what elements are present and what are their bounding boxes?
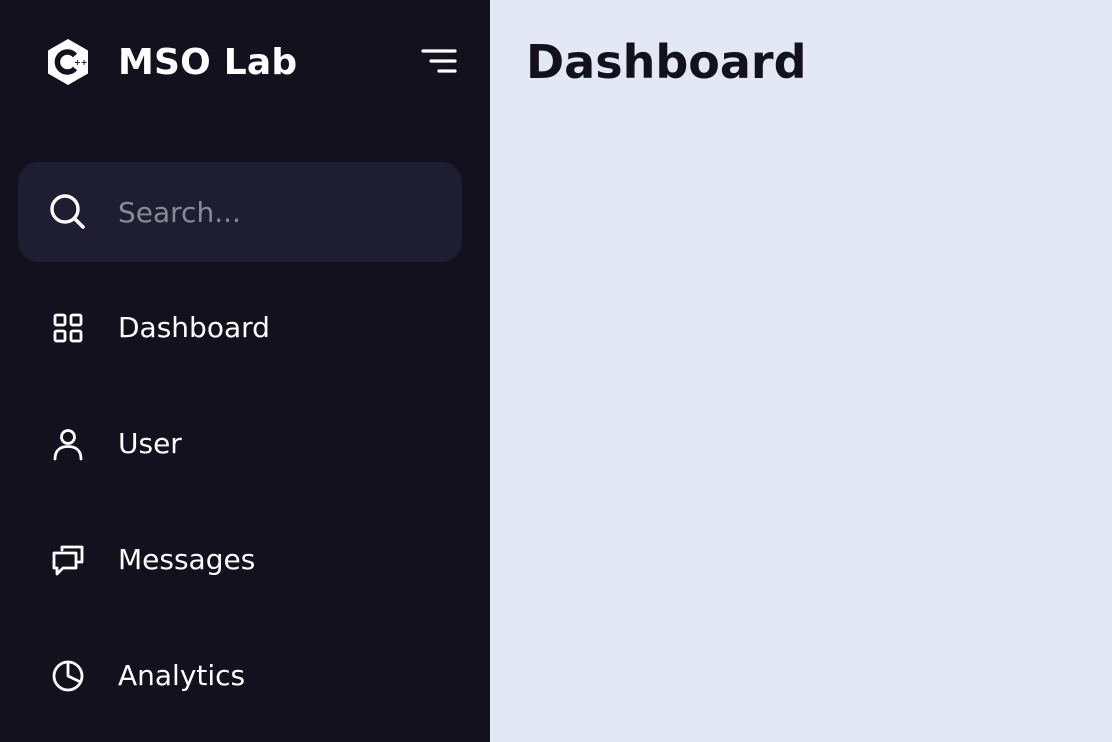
sidebar-item-messages[interactable]: Messages <box>0 520 490 600</box>
sidebar-item-label: Analytics <box>118 659 246 692</box>
pie-chart-icon <box>50 658 86 694</box>
search-box[interactable] <box>18 162 462 262</box>
menu-toggle-button[interactable] <box>421 47 457 77</box>
sidebar-item-analytics[interactable]: Analytics <box>0 636 490 716</box>
cplusplus-hexagon-icon: ++ <box>46 38 90 86</box>
app-window: ++ MSO Lab Search... Dashboard User Mess… <box>0 0 1112 742</box>
chat-bubbles-icon <box>50 542 86 578</box>
sidebar: ++ MSO Lab Search... Dashboard User Mess… <box>0 0 490 742</box>
sidebar-item-label: Messages <box>118 543 256 576</box>
page-title: Dashboard <box>526 35 807 89</box>
main-content: Dashboard <box>490 0 1112 742</box>
brand-name: MSO Lab <box>118 41 298 83</box>
sidebar-item-user[interactable]: User <box>0 404 490 484</box>
svg-text:++: ++ <box>74 58 87 67</box>
user-icon <box>50 426 86 462</box>
search-icon[interactable] <box>48 192 88 232</box>
menu-lines-icon <box>421 49 457 73</box>
grid-icon <box>50 310 86 346</box>
brand[interactable]: ++ MSO Lab <box>46 37 297 87</box>
sidebar-item-label: Dashboard <box>118 311 270 344</box>
sidebar-item-label: User <box>118 427 182 460</box>
search-input[interactable] <box>118 187 438 237</box>
sidebar-item-dashboard[interactable]: Dashboard <box>0 288 490 368</box>
